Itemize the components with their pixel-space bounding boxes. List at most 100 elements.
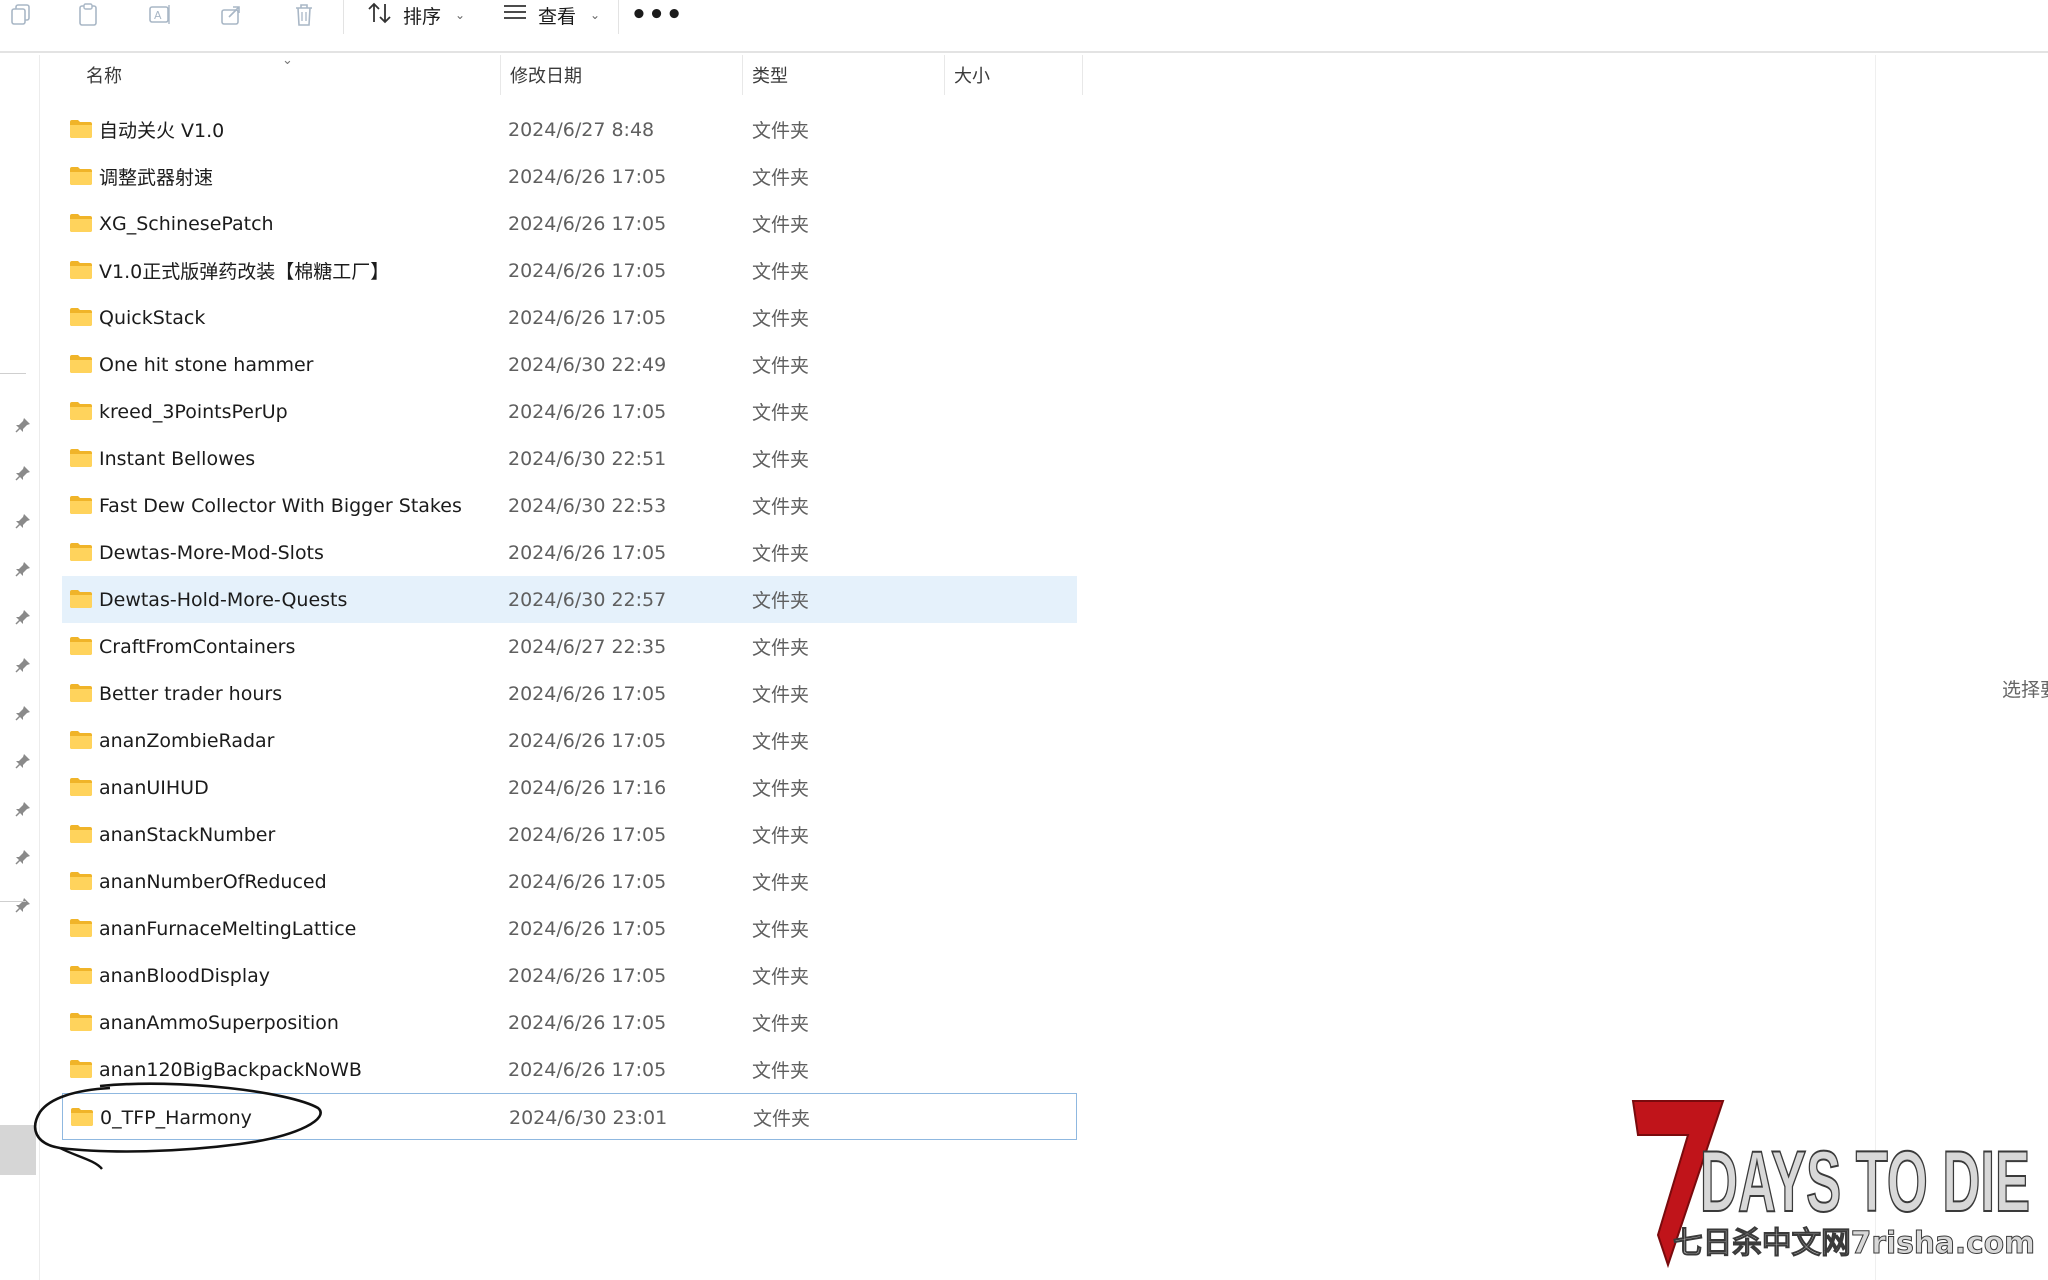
- file-date: 2024/6/26 17:05: [508, 823, 667, 846]
- column-header-type[interactable]: 类型: [742, 55, 944, 95]
- folder-icon: [69, 776, 93, 803]
- file-row[interactable]: CraftFromContainers 2024/6/27 22:35 文件夹: [62, 623, 1077, 670]
- rename-icon[interactable]: A: [138, 0, 182, 30]
- file-date: 2024/6/27 8:48: [508, 118, 655, 141]
- folder-icon: [69, 259, 93, 286]
- file-date: 2024/6/26 17:05: [508, 964, 667, 987]
- file-row[interactable]: XG_SchinesePatch 2024/6/26 17:05 文件夹: [62, 200, 1077, 247]
- column-header-name[interactable]: 名称 ⌄: [62, 53, 500, 95]
- chevron-down-icon: ⌄: [590, 8, 601, 22]
- file-type: 文件夹: [752, 825, 810, 847]
- pin-icon[interactable]: [13, 655, 33, 675]
- file-type: 文件夹: [752, 1013, 810, 1035]
- file-date: 2024/6/27 22:35: [508, 635, 667, 658]
- file-list: 自动关火 V1.0 2024/6/27 8:48 文件夹 调整武器射速 2024…: [62, 106, 1082, 1140]
- file-row[interactable]: Fast Dew Collector With Bigger Stakes 20…: [62, 482, 1077, 529]
- file-date: 2024/6/30 22:51: [508, 447, 667, 470]
- file-name: 自动关火 V1.0: [99, 120, 225, 142]
- pin-icon[interactable]: [13, 799, 33, 819]
- file-row[interactable]: ananStackNumber 2024/6/26 17:05 文件夹: [62, 811, 1077, 858]
- file-date: 2024/6/26 17:05: [508, 917, 667, 940]
- sort-label: 排序: [403, 5, 442, 28]
- file-type: 文件夹: [752, 966, 810, 988]
- folder-icon: [69, 494, 93, 521]
- file-type: 文件夹: [752, 1060, 810, 1082]
- pin-icon[interactable]: [13, 511, 33, 531]
- file-row[interactable]: QuickStack 2024/6/26 17:05 文件夹: [62, 294, 1077, 341]
- folder-icon: [69, 635, 93, 662]
- file-date: 2024/6/30 22:53: [508, 494, 667, 517]
- column-divider[interactable]: [1082, 55, 1083, 95]
- folder-icon: [69, 870, 93, 897]
- file-row[interactable]: V1.0正式版弹药改装【棉糖工厂】 2024/6/26 17:05 文件夹: [62, 247, 1077, 294]
- file-date: 2024/6/26 17:05: [508, 400, 667, 423]
- nav-divider: [0, 901, 26, 902]
- more-options-button[interactable]: •••: [631, 0, 683, 30]
- column-header-type-label: 类型: [752, 66, 788, 87]
- pin-icon[interactable]: [13, 703, 33, 723]
- file-row[interactable]: Dewtas-More-Mod-Slots 2024/6/26 17:05 文件…: [62, 529, 1077, 576]
- file-row[interactable]: Dewtas-Hold-More-Quests 2024/6/30 22:57 …: [62, 576, 1077, 623]
- sort-icon: [367, 1, 393, 30]
- file-row[interactable]: 调整武器射速 2024/6/26 17:05 文件夹: [62, 153, 1077, 200]
- folder-icon: [69, 353, 93, 380]
- file-row[interactable]: ananAmmoSuperposition 2024/6/26 17:05 文件…: [62, 999, 1077, 1046]
- file-row[interactable]: ananBloodDisplay 2024/6/26 17:05 文件夹: [62, 952, 1077, 999]
- file-row[interactable]: Instant Bellowes 2024/6/30 22:51 文件夹: [62, 435, 1077, 482]
- file-name: ananAmmoSuperposition: [99, 1011, 339, 1034]
- nav-divider: [0, 373, 26, 374]
- file-type: 文件夹: [752, 872, 810, 894]
- pin-icon[interactable]: [13, 463, 33, 483]
- file-name: Dewtas-Hold-More-Quests: [99, 588, 348, 611]
- file-row[interactable]: Better trader hours 2024/6/26 17:05 文件夹: [62, 670, 1077, 717]
- share-icon[interactable]: [210, 0, 254, 30]
- column-header-modified[interactable]: 修改日期: [500, 55, 742, 95]
- column-header-name-label: 名称: [86, 66, 122, 87]
- file-row[interactable]: ananZombieRadar 2024/6/26 17:05 文件夹: [62, 717, 1077, 764]
- file-date: 2024/6/26 17:05: [508, 212, 667, 235]
- file-row[interactable]: ananUIHUD 2024/6/26 17:16 文件夹: [62, 764, 1077, 811]
- folder-icon: [69, 1011, 93, 1038]
- file-row[interactable]: kreed_3PointsPerUp 2024/6/26 17:05 文件夹: [62, 388, 1077, 435]
- column-header-modified-label: 修改日期: [510, 66, 582, 87]
- column-header-size[interactable]: 大小: [944, 55, 1082, 95]
- file-name: ananBloodDisplay: [99, 964, 271, 987]
- column-header-row: 名称 ⌄ 修改日期 类型 大小: [62, 53, 1083, 95]
- file-row[interactable]: One hit stone hammer 2024/6/30 22:49 文件夹: [62, 341, 1077, 388]
- command-bar: A 排序 ⌄ 查看 ⌄ •••: [0, 0, 2048, 53]
- file-name: ananUIHUD: [99, 776, 209, 799]
- pin-icon[interactable]: [13, 847, 33, 867]
- file-type: 文件夹: [752, 543, 810, 565]
- folder-icon: [69, 682, 93, 709]
- watermark-logo: DAYS TO DIE 七日杀中文网7risha.com: [1631, 1100, 2036, 1269]
- paste-icon[interactable]: [66, 0, 110, 30]
- file-date: 2024/6/26 17:05: [508, 870, 667, 893]
- folder-icon: [69, 400, 93, 427]
- pin-icon[interactable]: [13, 607, 33, 627]
- file-row[interactable]: ananFurnaceMeltingLattice 2024/6/26 17:0…: [62, 905, 1077, 952]
- file-row[interactable]: 自动关火 V1.0 2024/6/27 8:48 文件夹: [62, 106, 1077, 153]
- file-type: 文件夹: [752, 355, 810, 377]
- file-type: 文件夹: [752, 402, 810, 424]
- pin-icon[interactable]: [13, 559, 33, 579]
- file-date: 2024/6/26 17:05: [508, 1058, 667, 1081]
- file-type: 文件夹: [752, 731, 810, 753]
- file-date: 2024/6/26 17:05: [508, 541, 667, 564]
- pin-icon[interactable]: [13, 415, 33, 435]
- file-date: 2024/6/30 22:49: [508, 353, 667, 376]
- preview-pane-hint: 选择要: [2002, 679, 2048, 701]
- file-row[interactable]: ananNumberOfReduced 2024/6/26 17:05 文件夹: [62, 858, 1077, 905]
- pin-icon[interactable]: [13, 895, 33, 915]
- file-date: 2024/6/26 17:05: [508, 1011, 667, 1034]
- view-button[interactable]: 查看 ⌄: [502, 0, 600, 30]
- file-name: 调整武器射速: [99, 167, 214, 189]
- sort-button[interactable]: 排序 ⌄: [367, 0, 465, 30]
- file-date: 2024/6/30 23:01: [509, 1106, 668, 1129]
- file-date: 2024/6/26 17:05: [508, 259, 667, 282]
- copy-icon[interactable]: [0, 0, 44, 30]
- svg-text:DAYS TO DIE: DAYS TO DIE: [1700, 1134, 2030, 1230]
- file-type: 文件夹: [752, 496, 810, 518]
- toolbar-separator: [343, 0, 344, 34]
- pin-icon[interactable]: [13, 751, 33, 771]
- delete-icon[interactable]: [282, 0, 326, 30]
